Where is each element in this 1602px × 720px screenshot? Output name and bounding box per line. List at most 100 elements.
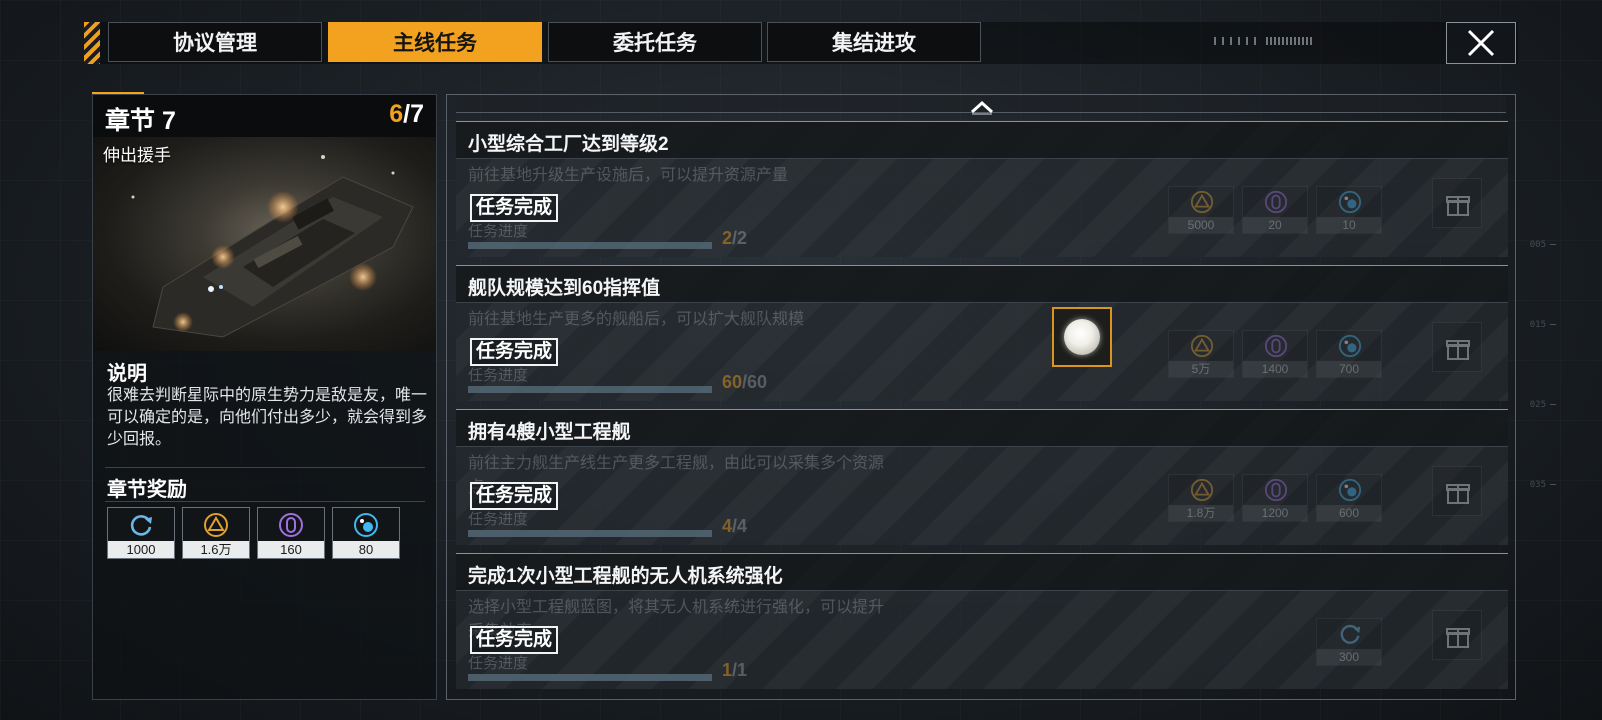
chapter-reward-item[interactable]: 1000: [107, 507, 175, 559]
chapter-progress: 6/7: [389, 100, 424, 129]
progress-label: 任务进度: [468, 655, 529, 672]
progress-label: 任务进度: [468, 367, 529, 384]
mission-card: 完成1次小型工程舰的无人机系统强化 选择小型工程舰蓝图，将其无人机系统进行强化，…: [456, 553, 1508, 689]
mission-rewards: 1.8万 1200 600: [1168, 474, 1382, 522]
section-divider: [105, 467, 425, 468]
chapter-subtitle: 伸出援手: [103, 146, 171, 165]
sphere-resource-icon: [1338, 334, 1362, 358]
chapter-rewards-heading: 章节奖励: [107, 479, 187, 501]
mission-title: 舰队规模达到60指挥值: [468, 278, 661, 299]
mission-rewards: 300: [1316, 618, 1382, 666]
orb-icon: [1064, 319, 1100, 355]
claim-gift-button[interactable]: [1432, 466, 1482, 516]
progress-current: 60: [722, 372, 743, 392]
tab-commission-missions[interactable]: 委托任务: [548, 22, 762, 62]
progress-current: 1: [722, 660, 733, 680]
crystal-resource-icon: [1264, 478, 1288, 502]
triangle-resource-icon: [1190, 478, 1214, 502]
mission-complete-stamp: 任务完成: [470, 338, 558, 366]
progress-fill: [468, 386, 712, 393]
mission-card: 小型综合工厂达到等级2 前往基地升级生产设施后，可以提升资源产量 任务进度 任务…: [456, 121, 1508, 257]
mission-complete-stamp: 任务完成: [470, 482, 558, 510]
claim-gift-button[interactable]: [1432, 178, 1482, 228]
progress-bar: [468, 530, 712, 537]
progress-current: 4: [722, 516, 733, 536]
mission-header: 完成1次小型工程舰的无人机系统强化: [456, 554, 1508, 591]
mission-header: 舰队规模达到60指挥值: [456, 266, 1508, 303]
crystal-resource-icon: [1264, 334, 1288, 358]
chapter-progress-total: /7: [403, 100, 424, 128]
mission-reward-item[interactable]: 700: [1316, 330, 1382, 378]
floating-assistant-button[interactable]: [1052, 307, 1112, 367]
mission-reward-item[interactable]: 1400: [1242, 330, 1308, 378]
mission-reward-item[interactable]: 1200: [1242, 474, 1308, 522]
mission-rewards: 5000 20 10: [1168, 186, 1382, 234]
chapter-reward-item[interactable]: 1.6万: [182, 507, 250, 559]
mission-reward-value: 1200: [1243, 505, 1307, 521]
mission-reward-value: 5000: [1169, 217, 1233, 233]
mission-reward-value: 300: [1317, 649, 1381, 665]
mission-title: 完成1次小型工程舰的无人机系统强化: [468, 566, 783, 587]
sphere-resource-icon: [1338, 478, 1362, 502]
chapter-reward-item[interactable]: 80: [332, 507, 400, 559]
progress-label: 任务进度: [468, 223, 529, 240]
progress-count: 1/1: [722, 660, 747, 681]
chapter-rewards: 1000 1.6万 160 80: [107, 507, 400, 559]
progress-total: /60: [742, 372, 768, 392]
mission-reward-item[interactable]: 1.8万: [1168, 474, 1234, 522]
chapter-panel: 章节 7 6/7 伸出援手 说明 很难去判断星际中的原生势力是敌是友，唯一可以确…: [92, 94, 437, 700]
close-button[interactable]: [1446, 22, 1516, 64]
mission-title: 拥有4艘小型工程舰: [468, 422, 631, 443]
mission-reward-item[interactable]: 10: [1316, 186, 1382, 234]
progress-total: /4: [732, 516, 748, 536]
triangle-resource-icon: [1190, 334, 1214, 358]
chapter-header: 章节 7 6/7: [93, 95, 436, 137]
mission-reward-item[interactable]: 20: [1242, 186, 1308, 234]
tab-main-missions[interactable]: 主线任务: [328, 22, 542, 62]
progress-fill: [468, 530, 712, 537]
mission-reward-item[interactable]: 300: [1316, 618, 1382, 666]
progress-fill: [468, 242, 712, 249]
chapter-reward-item[interactable]: 160: [257, 507, 325, 559]
side-ruler-deco: 005 015 025 035: [1520, 180, 1560, 500]
mission-description: 前往基地升级生产设施后，可以提升资源产量: [468, 167, 789, 184]
battleship-illustration: [131, 155, 414, 338]
progress-count: 4/4: [722, 516, 747, 537]
mission-reward-value: 5万: [1169, 361, 1233, 377]
mission-rewards: 5万 1400 700: [1168, 330, 1382, 378]
progress-bar: [468, 386, 712, 393]
gift-icon: [1446, 196, 1470, 216]
mission-reward-item[interactable]: 5000: [1168, 186, 1234, 234]
mission-reward-value: 1400: [1243, 361, 1307, 377]
chapter-artwork: 伸出援手: [93, 137, 436, 351]
triangle-resource-icon: [204, 513, 228, 537]
chapter-reward-value: 1.6万: [183, 541, 249, 558]
gift-icon: [1446, 628, 1470, 648]
chapter-description: 很难去判断星际中的原生势力是敌是友，唯一可以确定的是，向他们付出多少，就会得到多…: [107, 387, 428, 448]
mission-header: 小型综合工厂达到等级2: [456, 122, 1508, 159]
gift-icon: [1446, 340, 1470, 360]
gift-icon: [1446, 484, 1470, 504]
mission-card: 拥有4艘小型工程舰 前往主力舰生产线生产更多工程舰，由此可以采集多个资源点 任务…: [456, 409, 1508, 545]
chapter-reward-value: 160: [258, 541, 324, 558]
mission-reward-item[interactable]: 5万: [1168, 330, 1234, 378]
progress-count: 2/2: [722, 228, 747, 249]
claim-gift-button[interactable]: [1432, 322, 1482, 372]
mission-complete-stamp: 任务完成: [470, 626, 558, 654]
chapter-title: 章节 7: [105, 107, 176, 135]
tab-rally-attack[interactable]: 集结进攻: [767, 22, 981, 62]
chapter-reward-value: 80: [333, 541, 399, 558]
mission-title: 小型综合工厂达到等级2: [468, 134, 669, 155]
refresh-icon: [1340, 624, 1361, 644]
progress-bar: [468, 242, 712, 249]
claim-gift-button[interactable]: [1432, 610, 1482, 660]
chapter-reward-value: 1000: [108, 541, 174, 558]
mission-reward-item[interactable]: 600: [1316, 474, 1382, 522]
mission-reward-value: 1.8万: [1169, 505, 1233, 521]
progress-total: /1: [732, 660, 748, 680]
tab-bar-hazard-accent: [84, 22, 100, 64]
mission-reward-value: 600: [1317, 505, 1381, 521]
tab-protocol-management[interactable]: 协议管理: [108, 22, 322, 62]
scroll-up-chevron-icon[interactable]: [968, 98, 996, 116]
signal-strip-deco: [1214, 37, 1312, 47]
